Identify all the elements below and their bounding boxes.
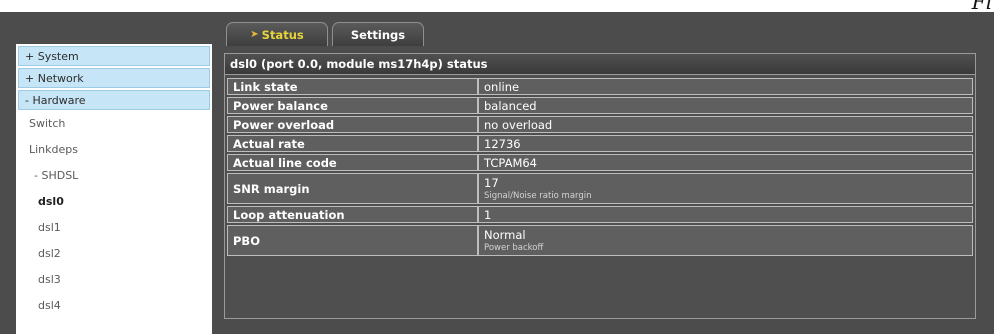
- panel-title: dsl0 (port 0.0, module ms17h4p) status: [225, 54, 975, 75]
- row-value: 1: [478, 206, 973, 223]
- tab-settings[interactable]: Settings: [332, 22, 424, 46]
- row-label: Loop attenuation: [227, 206, 478, 223]
- sidebar-item-label: + System: [25, 49, 79, 63]
- tab-status[interactable]: ➤ Status: [226, 22, 328, 46]
- row-value-description: Signal/Noise ratio margin: [484, 191, 592, 201]
- table-row: Link state online: [227, 78, 973, 95]
- sidebar-item-hardware[interactable]: - Hardware: [18, 90, 210, 110]
- sidebar-item-dsl1[interactable]: dsl1: [16, 214, 212, 240]
- corner-text: Fi: [971, 0, 992, 12]
- sidebar-item-label: dsl1: [38, 220, 61, 234]
- sidebar-item-label: Linkdeps: [29, 142, 78, 156]
- arrow-right-icon: ➤: [250, 29, 259, 40]
- row-value-description: Power backoff: [484, 243, 544, 253]
- sidebar-item-label: - Hardware: [25, 93, 86, 107]
- row-label: Power overload: [227, 116, 478, 133]
- sidebar-item-switch[interactable]: Switch: [16, 110, 212, 136]
- sidebar-item-label: - SHDSL: [34, 168, 79, 182]
- row-value: Normal: [484, 228, 526, 242]
- table-row: PBO Normal Power backoff: [227, 225, 973, 256]
- row-value-cell: Normal Power backoff: [478, 225, 973, 256]
- table-row: Actual line code TCPAM64: [227, 154, 973, 171]
- row-value-cell: 17 Signal/Noise ratio margin: [478, 173, 973, 204]
- row-label: Actual rate: [227, 135, 478, 152]
- top-strip: ​ Fi: [0, 0, 994, 12]
- table-row: Loop attenuation 1: [227, 206, 973, 223]
- sidebar-item-label: dsl0: [38, 194, 64, 208]
- table-row: Power overload no overload: [227, 116, 973, 133]
- sidebar-item-dsl3[interactable]: dsl3: [16, 266, 212, 292]
- table-row: Power balance balanced: [227, 97, 973, 114]
- row-value: no overload: [478, 116, 973, 133]
- status-table: Link state online Power balance balanced…: [227, 76, 973, 258]
- row-value: TCPAM64: [478, 154, 973, 171]
- sidebar-item-label: dsl2: [38, 246, 61, 260]
- row-label: SNR margin: [227, 173, 478, 204]
- tab-status-label: Status: [261, 27, 304, 42]
- tab-bar: ➤ Status Settings: [226, 22, 424, 46]
- row-label: Power balance: [227, 97, 478, 114]
- sidebar-item-dsl0[interactable]: dsl0: [16, 188, 212, 214]
- row-value: 12736: [478, 135, 973, 152]
- sidebar-item-label: dsl4: [38, 298, 61, 312]
- app-main: ➤ Status Settings + System + Network - H…: [0, 12, 994, 334]
- sidebar-item-system[interactable]: + System: [18, 46, 210, 66]
- row-value: online: [478, 78, 973, 95]
- sidebar-item-dsl4[interactable]: dsl4: [16, 292, 212, 318]
- row-value: balanced: [478, 97, 973, 114]
- table-row: Actual rate 12736: [227, 135, 973, 152]
- status-panel: dsl0 (port 0.0, module ms17h4p) status L…: [224, 53, 976, 319]
- row-label: PBO: [227, 225, 478, 256]
- sidebar-item-label: Switch: [29, 116, 66, 130]
- sidebar-item-network[interactable]: + Network: [18, 68, 210, 88]
- sidebar: + System + Network - Hardware Switch Lin…: [16, 44, 212, 334]
- row-label: Link state: [227, 78, 478, 95]
- sidebar-item-label: dsl3: [38, 272, 61, 286]
- row-label: Actual line code: [227, 154, 478, 171]
- sidebar-item-dsl2[interactable]: dsl2: [16, 240, 212, 266]
- sidebar-item-label: + Network: [25, 71, 84, 85]
- row-value: 17: [484, 176, 499, 190]
- sidebar-item-linkdeps[interactable]: Linkdeps: [16, 136, 212, 162]
- table-row: SNR margin 17 Signal/Noise ratio margin: [227, 173, 973, 204]
- tab-settings-label: Settings: [350, 27, 406, 42]
- sidebar-item-shdsl[interactable]: - SHDSL: [16, 162, 212, 188]
